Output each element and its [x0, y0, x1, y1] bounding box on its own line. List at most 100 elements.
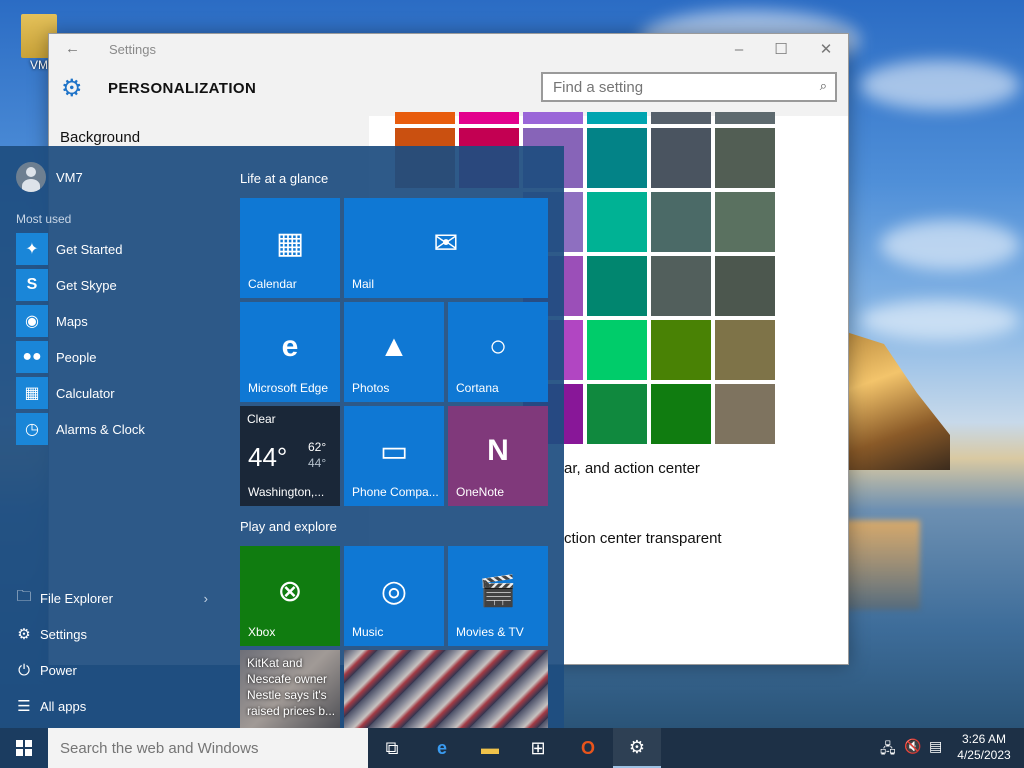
color-swatch[interactable]: [651, 128, 711, 188]
transparency-text-2: ction center transparent: [564, 530, 722, 547]
tile-music[interactable]: ◎ Music: [344, 546, 444, 646]
list-icon: ☰: [17, 698, 31, 715]
weather-high: 62°: [308, 440, 327, 454]
app-item-calculator[interactable]: ▦ Calculator: [16, 377, 216, 409]
user-account[interactable]: VM7: [16, 162, 83, 192]
settings-label: Settings: [40, 626, 87, 642]
color-swatch[interactable]: [587, 128, 647, 188]
app-item-maps[interactable]: ◉ Maps: [16, 305, 216, 337]
tile-microsoft-edge[interactable]: e Microsoft Edge: [240, 302, 340, 402]
power-label: Power: [40, 662, 77, 678]
edge-taskbar-icon[interactable]: e: [418, 728, 466, 768]
start-button[interactable]: [0, 728, 48, 768]
app-label: People: [56, 349, 97, 365]
color-swatch[interactable]: [587, 384, 647, 444]
group-label-play: Play and explore: [240, 519, 337, 534]
group-label-life: Life at a glance: [240, 171, 329, 186]
app-item-get-skype[interactable]: S Get Skype: [16, 269, 216, 301]
color-swatch[interactable]: [459, 112, 519, 124]
page-title: PERSONALIZATION: [108, 80, 257, 97]
taskbar-search-box[interactable]: [48, 728, 368, 768]
start-menu: VM7 Most used ✦ Get Started S Get Skype …: [0, 146, 564, 728]
user-name: VM7: [56, 169, 83, 185]
color-swatch[interactable]: [395, 112, 455, 124]
mail-icon: ✉: [433, 227, 459, 260]
color-swatch[interactable]: [587, 192, 647, 252]
file-explorer-taskbar-icon[interactable]: ▬: [466, 728, 514, 768]
office-taskbar-icon[interactable]: O: [564, 728, 612, 768]
tile-xbox[interactable]: ⊗ Xbox: [240, 546, 340, 646]
tile-news[interactable]: KitKat and Nescafe owner Nestle says it'…: [240, 650, 340, 728]
tile-cortana[interactable]: ○ Cortana: [448, 302, 548, 402]
close-button[interactable]: ✕: [811, 38, 841, 62]
skype-icon: S: [16, 269, 48, 301]
tile-weather[interactable]: Clear 44° 62° 44° Washington,...: [240, 406, 340, 506]
color-swatch[interactable]: [587, 112, 647, 124]
app-item-people[interactable]: ●● People: [16, 341, 216, 373]
task-view-icon[interactable]: ⧉: [368, 728, 416, 768]
network-icon[interactable]: 🖧: [880, 738, 896, 762]
color-swatch[interactable]: [715, 256, 775, 316]
tile-photos[interactable]: ▲ Photos: [344, 302, 444, 402]
power-icon: ⏻: [18, 661, 30, 679]
desktop: VM ← Settings – ☐ ✕ ⚙ PERSONALIZATION ⌕ …: [0, 0, 1024, 728]
back-arrow-icon[interactable]: ←: [65, 40, 80, 57]
settings-item[interactable]: ⚙ Settings: [16, 620, 216, 648]
clapperboard-icon: 🎬: [479, 575, 517, 608]
settings-taskbar-icon[interactable]: ⚙: [613, 728, 661, 768]
avatar: [16, 162, 46, 192]
color-swatch[interactable]: [651, 192, 711, 252]
tile-calendar[interactable]: ▦ Calendar: [240, 198, 340, 298]
tile-onenote[interactable]: N OneNote: [448, 406, 548, 506]
file-explorer-icon: 🗀: [16, 587, 32, 605]
find-setting-input[interactable]: [543, 74, 793, 100]
power-item[interactable]: ⏻ Power: [16, 656, 216, 684]
app-item-get-started[interactable]: ✦ Get Started: [16, 233, 216, 265]
tile-news-image[interactable]: [344, 650, 548, 728]
store-taskbar-icon[interactable]: ⊞: [514, 728, 562, 768]
volume-muted-icon[interactable]: 🔇: [904, 738, 921, 755]
color-swatch[interactable]: [587, 256, 647, 316]
tile-label: Music: [352, 625, 384, 639]
gear-icon: ⚙: [17, 626, 31, 643]
color-swatch[interactable]: [715, 384, 775, 444]
color-swatch[interactable]: [715, 128, 775, 188]
clock[interactable]: 3:26 AM 4/25/2023: [955, 731, 1013, 763]
app-item-alarms-clock[interactable]: ◷ Alarms & Clock: [16, 413, 216, 445]
nav-item-background[interactable]: Background: [60, 129, 140, 146]
weather-location: Washington,...: [248, 485, 325, 499]
color-swatch[interactable]: [651, 320, 711, 380]
maximize-button[interactable]: ☐: [766, 38, 796, 62]
action-center-icon[interactable]: ▤: [929, 738, 942, 755]
tile-mail[interactable]: ✉ Mail: [344, 198, 548, 298]
weather-condition: Clear: [247, 412, 276, 426]
search-icon[interactable]: ⌕: [820, 78, 827, 94]
file-explorer-item[interactable]: 🗀 File Explorer ›: [16, 584, 216, 612]
taskbar-search-input[interactable]: [48, 728, 348, 768]
color-swatch[interactable]: [651, 112, 711, 124]
all-apps-item[interactable]: ☰ All apps: [16, 692, 216, 720]
xbox-icon: ⊗: [277, 575, 303, 608]
phone-companion-icon: ▭: [379, 435, 409, 468]
minimize-button[interactable]: –: [724, 38, 754, 62]
color-swatch[interactable]: [587, 320, 647, 380]
color-swatch[interactable]: [715, 320, 775, 380]
color-swatch[interactable]: [715, 112, 775, 124]
photos-icon: ▲: [379, 330, 409, 363]
color-swatch[interactable]: [651, 256, 711, 316]
windows-logo-icon: [16, 740, 32, 756]
taskbar: ⧉ e ▬ ⊞ O ⚙ 🖧 🔇 ▤ 3:26 AM 4/25/2023: [0, 728, 1024, 768]
all-apps-label: All apps: [40, 698, 87, 714]
find-setting-search[interactable]: ⌕: [541, 72, 837, 102]
music-icon: ◎: [380, 575, 408, 608]
edge-icon: e: [281, 330, 299, 363]
color-swatch[interactable]: [715, 192, 775, 252]
tile-phone-companion[interactable]: ▭ Phone Compa...: [344, 406, 444, 506]
chevron-right-icon[interactable]: ›: [204, 591, 208, 606]
color-swatch[interactable]: [523, 112, 583, 124]
window-title: Settings: [109, 42, 156, 57]
app-label: Maps: [56, 313, 88, 329]
color-swatch[interactable]: [651, 384, 711, 444]
tile-movies-tv[interactable]: 🎬 Movies & TV: [448, 546, 548, 646]
onenote-icon: N: [487, 434, 509, 467]
